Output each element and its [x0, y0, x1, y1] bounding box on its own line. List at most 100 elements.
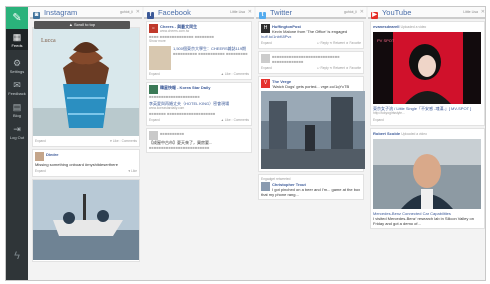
- feedback-icon: ✉: [13, 80, 21, 90]
- like-button[interactable]: Like: [225, 72, 231, 76]
- upload-meta: Uploaded a video: [401, 132, 427, 136]
- instagram-account: guhiot_li: [119, 10, 133, 14]
- uploader-name[interactable]: Robert Scoble: [373, 131, 400, 136]
- instagram-post[interactable]: Diedre Missing something onboard #myshit…: [32, 149, 140, 177]
- reply-button[interactable]: Reply: [321, 66, 329, 70]
- rail-logout-button[interactable]: ⇥ Log Out: [6, 124, 28, 140]
- uploader-name[interactable]: evanesdearell: [373, 24, 399, 29]
- instagram-post[interactable]: [32, 179, 140, 262]
- twitter-column-header: t Twitter guhiot_li ✕: [256, 7, 366, 19]
- grid-icon: ▦: [12, 32, 22, 42]
- rail-feeds-label: Feeds: [11, 43, 23, 48]
- retweet-button[interactable]: Retweet: [333, 41, 345, 45]
- video-thumbnail[interactable]: [373, 139, 481, 209]
- instagram-title: Instagram: [43, 8, 78, 17]
- like-button[interactable]: Like: [225, 118, 231, 122]
- rail-feedback-button[interactable]: ✉ Feedback: [6, 80, 28, 96]
- retweet-button[interactable]: Retweet: [333, 66, 345, 70]
- tweet[interactable]: Engadget retweeted Christopher Trout I g…: [258, 174, 364, 200]
- instagram-column: ◙ Instagram guhiot_li ✕ ▲ Scroll to top …: [30, 7, 142, 280]
- instagram-icon: ◙: [33, 12, 40, 19]
- blog-icon: ▤: [12, 102, 22, 112]
- facebook-post[interactable]: ■■■■■■■■■■ 【成屋中古市】夏天來了，買房要... ■■■■■■■■■■…: [146, 128, 252, 153]
- youtube-title: YouTube: [381, 8, 412, 17]
- comments-button[interactable]: Comments: [234, 118, 249, 122]
- tweet[interactable]: ■■■■■■■■■■■■■■■■■■■■■■■■■■■■ ■■■■■■■■■■■…: [258, 51, 364, 74]
- avatar: C: [149, 24, 158, 33]
- expand-link[interactable]: Expand: [373, 118, 384, 123]
- youtube-post[interactable]: Robert Scoble Uploaded a video Mercedes-…: [370, 128, 485, 229]
- upload-meta: Uploaded a video: [400, 25, 427, 29]
- post-image-dessert: Lucca: [33, 28, 139, 136]
- close-column-icon[interactable]: ✕: [136, 7, 140, 18]
- twitter-icon: t: [259, 12, 266, 19]
- expand-link[interactable]: Expand: [35, 169, 46, 174]
- expand-link[interactable]: Expand: [261, 41, 272, 46]
- facebook-column: f Facebook Little Lisa ✕ C Cheers - 與藝文同…: [144, 7, 254, 280]
- facebook-title: Facebook: [157, 8, 191, 17]
- like-button[interactable]: Like: [113, 139, 119, 143]
- youtube-post[interactable]: evanesdearell Uploaded a video PV SPOT 東…: [370, 21, 485, 126]
- avatar: V: [261, 79, 270, 88]
- svg-text:PV SPOT: PV SPOT: [377, 38, 395, 43]
- twitter-account: guhiot_li: [343, 10, 357, 14]
- scroll-to-top-label: Scroll to top: [73, 22, 96, 27]
- compose-icon[interactable]: ✎: [6, 7, 28, 29]
- rail-logout-label: Log Out: [9, 135, 25, 140]
- instagram-post[interactable]: Lucca Expand ♥ Like ◦ Comments: [32, 27, 140, 147]
- show-more-link[interactable]: Show more: [149, 39, 249, 44]
- link-thumbnail: [149, 46, 171, 70]
- tweet[interactable]: H HuffingtonPost Kevin Malone from 'The …: [258, 21, 364, 49]
- youtube-account: Little Lisa: [463, 10, 478, 14]
- bolt-icon: ϟ: [14, 250, 20, 262]
- rail-feedback-label: Feedback: [8, 91, 26, 96]
- rail-settings-button[interactable]: ⚙ Settings: [6, 58, 28, 74]
- facebook-post[interactable]: C Cheers - 與藝文同生 www.cheers.com.tw ■■■■ …: [146, 21, 252, 80]
- post-username[interactable]: Diedre: [46, 152, 58, 157]
- rail-feeds-button[interactable]: ▦ Feeds: [6, 29, 28, 50]
- rail-blog-button[interactable]: ▤ Blog: [6, 102, 28, 118]
- youtube-column-header: ▶ YouTube Little Lisa ✕: [368, 7, 485, 19]
- avatar: [261, 54, 270, 63]
- avatar: [35, 152, 44, 161]
- tweet[interactable]: V The Verge 'Watch Dogs' gets ported... …: [258, 76, 365, 172]
- facebook-icon: f: [147, 12, 154, 19]
- tweet-text: 'Watch Dogs' gets ported... vrge.co/1qYc…: [272, 84, 350, 89]
- favorite-button[interactable]: Favorite: [349, 66, 361, 70]
- gear-icon: ⚙: [12, 58, 22, 68]
- video-thumbnail[interactable]: PV SPOT: [373, 32, 481, 104]
- favorite-button[interactable]: Favorite: [349, 41, 361, 45]
- expand-link[interactable]: Expand: [261, 66, 272, 71]
- twitter-title: Twitter: [269, 8, 293, 17]
- video-link[interactable]: http://tokyogirlsstyle...: [373, 111, 482, 116]
- comments-button[interactable]: Comments: [122, 139, 137, 143]
- close-column-icon[interactable]: ✕: [481, 7, 485, 18]
- comments-button[interactable]: Comments: [234, 72, 249, 76]
- reply-button[interactable]: Reply: [321, 41, 329, 45]
- tweet-link[interactable]: huff.to/1nbK8Pvx: [261, 34, 361, 39]
- expand-link[interactable]: Expand: [149, 72, 160, 77]
- post-author[interactable]: 韓星快報 - Korea Star Daily: [149, 85, 249, 90]
- tweet-text: I got pinched on a beer and I'm... game …: [261, 187, 361, 197]
- facebook-column-header: f Facebook Little Lisa ✕: [144, 7, 254, 19]
- post-caption: Missing something onboard #myshitdeserth…: [35, 162, 118, 167]
- expand-link[interactable]: Expand: [149, 118, 160, 123]
- scroll-to-top-button[interactable]: ▲ Scroll to top: [34, 21, 130, 29]
- avatar: H: [261, 24, 270, 33]
- rail-settings-label: Settings: [9, 69, 25, 74]
- close-column-icon[interactable]: ✕: [248, 7, 252, 18]
- facebook-post[interactable]: 韓星快報 - Korea Star Daily ■■■■■■■■■■■■■■■■…: [146, 82, 252, 126]
- expand-link[interactable]: Expand: [35, 139, 46, 144]
- svg-text:Lucca: Lucca: [41, 38, 56, 44]
- close-column-icon[interactable]: ✕: [360, 7, 364, 18]
- avatar: [261, 182, 270, 191]
- post-image-ship: [33, 180, 139, 260]
- left-rail: ✎ ▦ Feeds ⚙ Settings ✉ Feedback ▤ Blog ⇥…: [6, 7, 28, 280]
- instagram-column-header: ◙ Instagram guhiot_li ✕: [30, 7, 142, 19]
- avatar: [149, 85, 158, 94]
- like-button[interactable]: Like: [131, 169, 137, 173]
- tweet-image: [261, 91, 365, 169]
- youtube-column: ▶ YouTube Little Lisa ✕ evanesdearell Up…: [368, 7, 485, 280]
- video-description: I visited Mercedes-Benz' research lab in…: [373, 216, 474, 226]
- twitter-column: t Twitter guhiot_li ✕ H HuffingtonPost K…: [256, 7, 366, 280]
